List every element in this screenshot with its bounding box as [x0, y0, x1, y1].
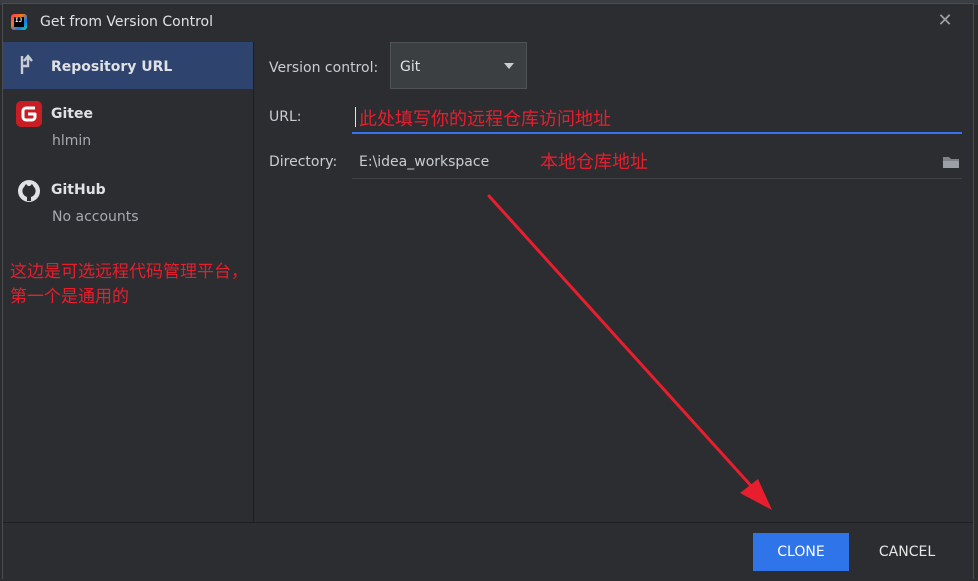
- chevron-down-icon: [504, 63, 514, 69]
- sidebar-item-label: Gitee: [51, 106, 93, 122]
- version-control-value: Git: [400, 59, 421, 75]
- dialog-title: Get from Version Control: [40, 14, 213, 30]
- sidebar-item-label: Repository URL: [51, 59, 173, 75]
- clone-button[interactable]: CLONE: [753, 533, 849, 571]
- gitee-icon: [16, 101, 42, 127]
- sidebar-item-repository-url[interactable]: Repository URL: [3, 42, 253, 89]
- dialog-footer: CLONE CANCEL: [3, 522, 973, 580]
- title-bar: IJ Get from Version Control ✕: [3, 4, 973, 42]
- version-control-select[interactable]: Git: [390, 42, 527, 89]
- url-input[interactable]: 此处填写你的远程仓库访问地址: [352, 102, 962, 134]
- directory-annotation: 本地仓库地址: [540, 152, 648, 173]
- cancel-button[interactable]: CANCEL: [865, 533, 949, 571]
- sidebar-item-gitee[interactable]: Gitee hlmin: [3, 94, 253, 154]
- version-control-label: Version control:: [269, 60, 379, 76]
- account-name: hlmin: [52, 133, 92, 149]
- annotation-line: 第一个是通用的: [10, 287, 129, 307]
- repository-url-icon: [20, 54, 33, 74]
- github-icon: [18, 180, 40, 202]
- close-icon[interactable]: ✕: [935, 11, 955, 31]
- intellij-logo-icon: IJ: [11, 14, 27, 30]
- directory-input[interactable]: E:\idea_workspace 本地仓库地址: [352, 144, 962, 179]
- directory-input-value: E:\idea_workspace: [359, 154, 490, 170]
- sidebar-annotation: 这边是可选远程代码管理平台， 第一个是通用的: [10, 260, 290, 310]
- repository-form: Version control: Git URL: 此处填写你的远程仓库访问地址…: [254, 42, 973, 522]
- annotation-line: 这边是可选远程代码管理平台，: [10, 262, 248, 282]
- folder-icon[interactable]: [942, 155, 960, 169]
- text-caret: [355, 107, 356, 127]
- directory-label: Directory:: [269, 154, 338, 170]
- url-input-value: 此处填写你的远程仓库访问地址: [359, 109, 611, 130]
- url-label: URL:: [269, 109, 302, 125]
- account-status: No accounts: [52, 209, 139, 225]
- sidebar-item-github[interactable]: GitHub No accounts: [3, 169, 253, 229]
- sidebar-item-label: GitHub: [51, 182, 106, 198]
